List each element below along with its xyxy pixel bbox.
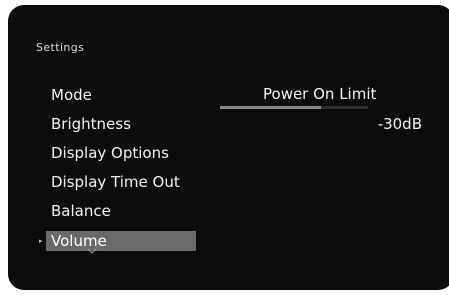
settings-screen: Settings Mode Brightness Display Options…	[8, 5, 449, 290]
right-arrow-icon: ▸	[39, 237, 43, 245]
menu-item-volume[interactable]: Volume	[46, 231, 196, 251]
menu-item-brightness[interactable]: Brightness	[51, 114, 131, 134]
menu-item-display-time-out[interactable]: Display Time Out	[51, 172, 180, 192]
mode-indicator-fill	[220, 106, 321, 109]
mode-value: Power On Limit	[263, 85, 377, 103]
menu-item-balance[interactable]: Balance	[51, 201, 111, 221]
menu-item-mode[interactable]: Mode	[51, 85, 92, 105]
settings-header: Settings	[36, 41, 85, 54]
mode-indicator-bar	[220, 106, 368, 109]
brightness-value: -30dB	[377, 115, 422, 133]
chevron-down-icon	[87, 248, 97, 254]
menu-item-display-options[interactable]: Display Options	[51, 143, 169, 163]
